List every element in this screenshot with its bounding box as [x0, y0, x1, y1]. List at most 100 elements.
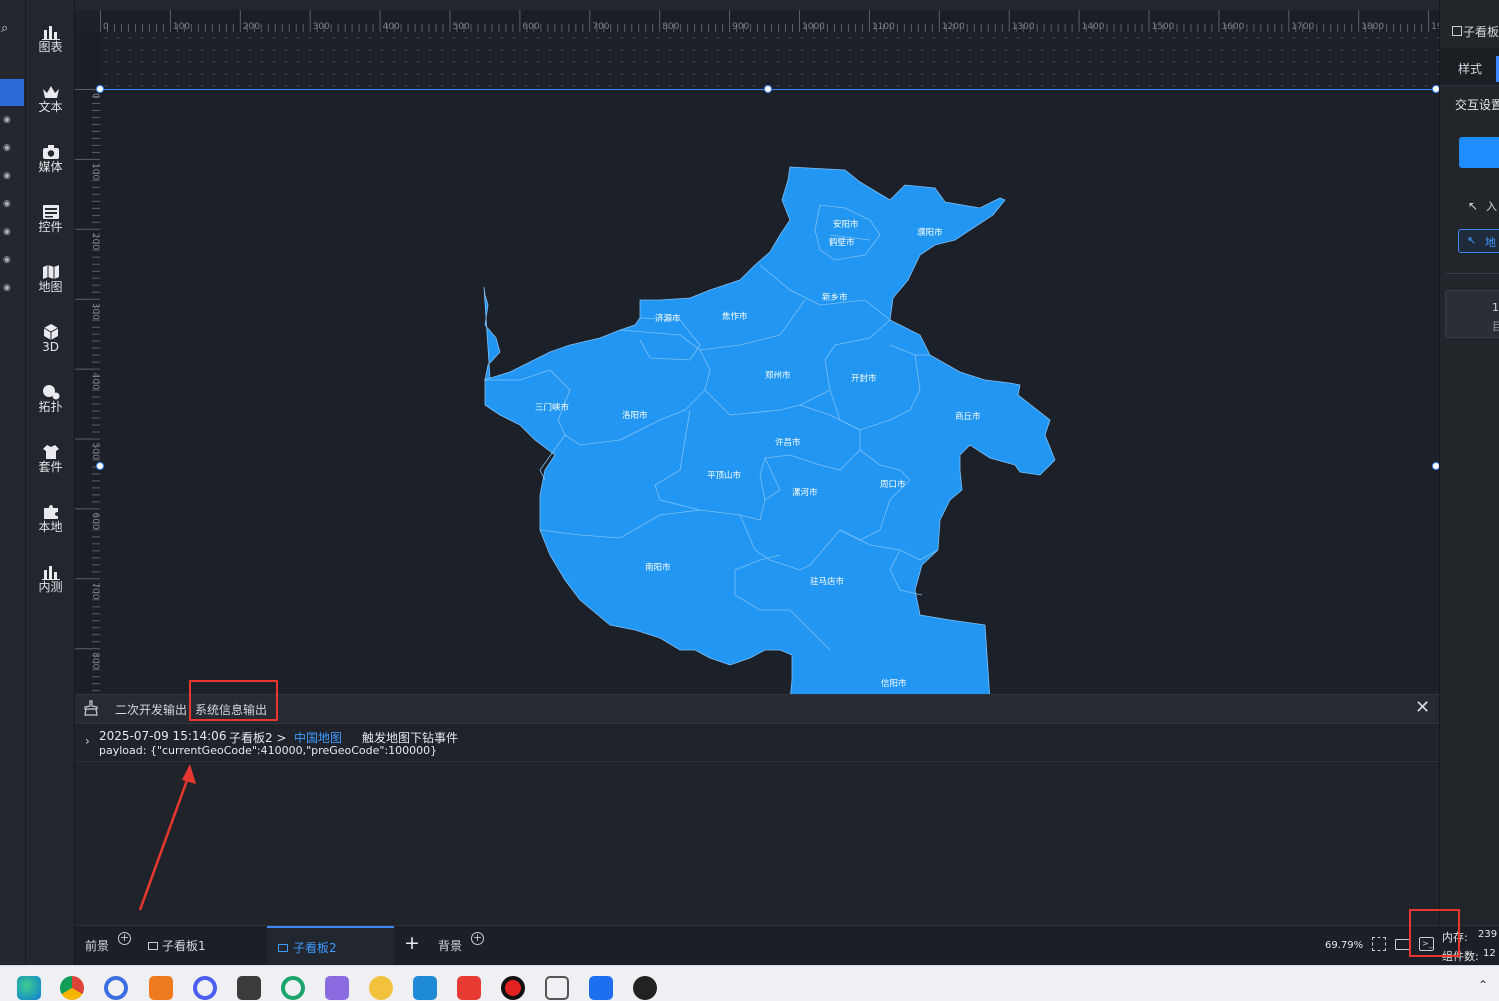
city-label[interactable]: 漯河市: [792, 487, 818, 498]
menu-item-beta[interactable]: 内测: [26, 544, 75, 594]
menu-item-label: 本地: [38, 520, 63, 534]
canvas-grid: [100, 32, 1439, 88]
search-icon[interactable]: ⌕: [1, 22, 8, 35]
ruler-top-label: 100: [173, 22, 190, 32]
tab-dev-output[interactable]: 二次开发输出: [115, 703, 187, 717]
ruler-top: 0 100 200 300 400 500 600 700 800 900 1000 1100 1200…: [100, 10, 1439, 32]
wps-icon[interactable]: [457, 976, 481, 1000]
screen-icon: [278, 944, 288, 952]
tab-style[interactable]: 样式: [1458, 60, 1482, 77]
vscode-icon[interactable]: [413, 976, 437, 1000]
map-stage[interactable]: 安阳市鹤壁市 濮阳市新乡市焦作市 济源市郑州市 开封市三门峡市洛阳市 商丘市许昌市平顶山…: [96, 85, 1440, 695]
app-orange-icon[interactable]: [149, 976, 173, 1000]
city-label[interactable]: 平顶山市: [707, 470, 742, 481]
city-label[interactable]: 商丘市: [955, 411, 981, 422]
chevron-up-icon[interactable]: ⌃: [1478, 978, 1488, 992]
cube-icon: [43, 324, 58, 340]
chevron-right-icon[interactable]: ›: [85, 734, 90, 748]
city-label[interactable]: 开封市: [851, 373, 877, 384]
city-label[interactable]: 许昌市: [775, 437, 801, 448]
tab-background[interactable]: 背景: [438, 926, 462, 966]
menu-item-kit[interactable]: 套件: [26, 424, 75, 474]
menu-item-label: 地图: [38, 280, 63, 294]
browser-g2-icon[interactable]: [281, 976, 305, 1000]
ruler-top-label: 1400: [1082, 22, 1105, 32]
city-label[interactable]: 安阳市: [833, 219, 859, 230]
ruler-left-label: 700: [90, 582, 100, 599]
ruler-left-label: 100: [90, 163, 100, 180]
eye-icon[interactable]: ◉: [3, 228, 13, 237]
qq-icon[interactable]: [633, 976, 657, 1000]
notes-icon[interactable]: [325, 976, 349, 1000]
add-board-button[interactable]: +: [404, 934, 420, 953]
city-label[interactable]: 新乡市: [822, 292, 848, 303]
tab-board2-active[interactable]: 子看板2: [267, 926, 394, 966]
city-label[interactable]: 焦作市: [722, 311, 748, 322]
add-foreground-icon[interactable]: +: [118, 932, 131, 945]
puzzle-icon: [43, 505, 58, 519]
ruler-top-label: 0: [103, 22, 109, 32]
edge-icon[interactable]: [17, 976, 41, 1000]
paw-icon[interactable]: [369, 976, 393, 1000]
browser-c-icon[interactable]: [193, 976, 217, 1000]
city-label[interactable]: 郑州市: [765, 370, 791, 381]
zoom-level[interactable]: 69.79%: [1325, 940, 1363, 951]
event-card[interactable]: 1 目: [1445, 290, 1499, 338]
app-dark-icon[interactable]: [237, 976, 261, 1000]
chart-icon: [41, 566, 60, 580]
province-shape[interactable]: [483, 166, 1056, 695]
eye-icon[interactable]: ◉: [3, 200, 13, 209]
city-label[interactable]: 三门峡市: [535, 402, 570, 413]
city-label[interactable]: 濮阳市: [917, 227, 943, 238]
city-label[interactable]: 驻马店市: [810, 576, 845, 587]
menu-item-topology[interactable]: 拓扑: [26, 364, 75, 414]
close-icon[interactable]: ✕: [1415, 699, 1430, 717]
card-subtext: 目: [1492, 318, 1499, 334]
city-label[interactable]: 信阳市: [881, 678, 907, 689]
menu-item-local[interactable]: 本地: [26, 484, 75, 534]
fit-screen-icon[interactable]: [1372, 937, 1386, 951]
city-label[interactable]: 洛阳市: [622, 410, 648, 421]
log-entry[interactable]: › 2025-07-09 15:14:06 子看板2 > 中国地图 触发地图下钻…: [75, 725, 1439, 762]
clear-console-icon[interactable]: [83, 700, 99, 716]
layer-selected-item[interactable]: [0, 79, 24, 106]
menu-item-label: 3D: [42, 340, 59, 354]
component-menu: 图表 文本 媒体 控件 地图 3D 拓扑 套件 本地 内测: [26, 0, 75, 965]
screen-icon: [148, 942, 158, 950]
city-label[interactable]: 鹤壁市: [829, 237, 855, 248]
ruler-top-label: 300: [313, 22, 330, 32]
menu-item-map[interactable]: 地图: [26, 244, 75, 294]
ruler-top-label: 1500: [1152, 22, 1175, 32]
eye-icon[interactable]: ◉: [3, 172, 13, 181]
add-background-icon[interactable]: +: [471, 932, 484, 945]
monitor-icon[interactable]: [545, 976, 569, 1000]
tab-board1[interactable]: 子看板1: [148, 926, 206, 966]
eye-icon[interactable]: ◉: [3, 284, 13, 293]
menu-item-chart[interactable]: 图表: [26, 4, 75, 54]
component-count-value: 12 /: [1483, 948, 1499, 959]
city-label[interactable]: 南阳市: [645, 562, 671, 573]
eye-icon[interactable]: ◉: [3, 144, 13, 153]
menu-item-3d[interactable]: 3D: [26, 304, 75, 354]
record-icon[interactable]: [501, 976, 525, 1000]
henan-map[interactable]: 安阳市鹤壁市 濮阳市新乡市焦作市 济源市郑州市 开封市三门峡市洛阳市 商丘市许昌市平顶山…: [100, 90, 1437, 695]
menu-item-media[interactable]: 媒体: [26, 124, 75, 174]
app-window: ⌕ ◉ ◉ ◉ ◉ ◉ ◉ ◉ 图表 文本 媒体 控件 地图 3D 拓扑 套件 …: [0, 0, 1499, 1001]
browser-g-icon[interactable]: [104, 976, 128, 1000]
feishu-icon[interactable]: [589, 976, 613, 1000]
tab-foreground[interactable]: 前景: [85, 926, 109, 966]
link-input[interactable]: 入: [1486, 198, 1497, 214]
city-label[interactable]: 周口市: [880, 479, 906, 490]
ruler-left: 0 100 200 300 400 500 600 700 800: [75, 32, 100, 694]
text-icon: [42, 86, 59, 98]
map-link-button[interactable]: ↖ 地: [1458, 229, 1499, 253]
tab-label: 前景: [85, 939, 110, 953]
primary-button[interactable]: [1459, 137, 1499, 168]
ruler-top-label: 600: [522, 22, 539, 32]
chrome-icon[interactable]: [60, 976, 84, 1000]
menu-item-text[interactable]: 文本: [26, 64, 75, 114]
eye-icon[interactable]: ◉: [3, 256, 13, 265]
menu-item-control[interactable]: 控件: [26, 184, 75, 234]
eye-icon[interactable]: ◉: [3, 116, 13, 125]
city-label[interactable]: 济源市: [655, 313, 681, 324]
